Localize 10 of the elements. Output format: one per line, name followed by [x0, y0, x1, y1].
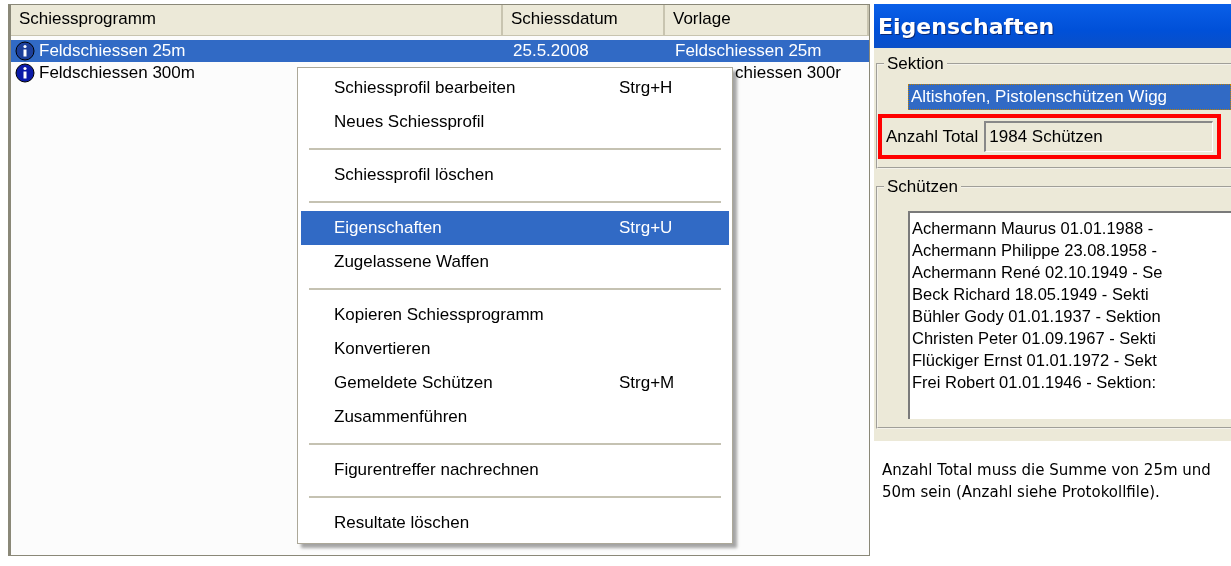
- note-text: Anzahl Total muss die Summe von 25m und 50m sein (Anzahl siehe Protokollfile).: [882, 460, 1212, 503]
- dialog-title: Eigenschaften: [874, 4, 1231, 48]
- group-label: Sektion: [886, 54, 945, 74]
- row-text: chiessen 300r: [735, 63, 841, 83]
- row-text: Feldschiessen 25m: [39, 41, 186, 61]
- row-text: Feldschiessen 300m: [39, 63, 195, 83]
- row-text: 25.5.2008: [513, 41, 589, 61]
- field-label: Anzahl Total: [886, 126, 979, 147]
- group-label: Schützen: [886, 177, 959, 197]
- row-text: Feldschiessen 25m: [675, 41, 822, 61]
